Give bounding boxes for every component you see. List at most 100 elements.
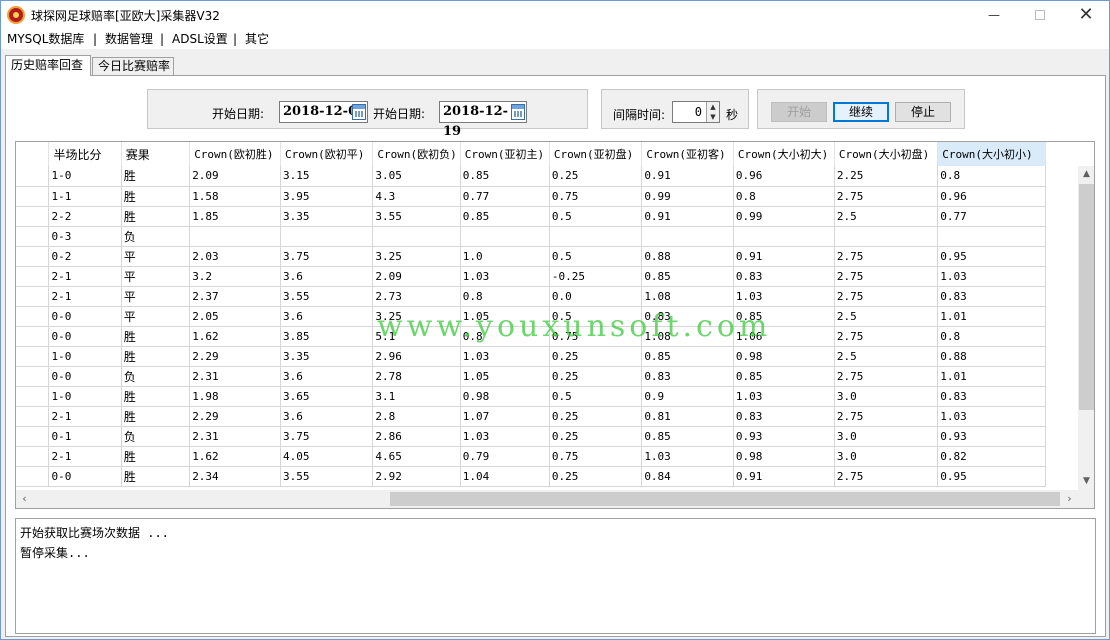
table-cell[interactable] bbox=[16, 206, 50, 227]
table-cell[interactable]: 1.04 bbox=[460, 466, 550, 487]
table-row[interactable]: 1-0 胜 1.98 3.65 3.1 0.98 0.5 0.9 1.03 3.0 0.83 bbox=[16, 386, 1046, 407]
table-cell[interactable]: 1.03 bbox=[460, 266, 550, 287]
table-cell[interactable] bbox=[280, 226, 374, 247]
table-cell[interactable]: 3.0 bbox=[834, 426, 939, 447]
table-cell[interactable]: 2.75 bbox=[834, 246, 939, 267]
menu-other[interactable]: 其它 bbox=[245, 30, 269, 48]
table-cell[interactable]: 胜 bbox=[121, 206, 191, 227]
table-cell[interactable]: 0.5 bbox=[549, 206, 643, 227]
table-cell[interactable]: 胜 bbox=[121, 386, 191, 407]
table-cell[interactable]: 0.98 bbox=[733, 446, 835, 467]
table-cell[interactable] bbox=[16, 446, 50, 467]
table-cell[interactable]: 0.77 bbox=[937, 206, 1046, 227]
table-cell[interactable]: 3.35 bbox=[280, 206, 374, 227]
table-cell[interactable] bbox=[16, 286, 50, 307]
vertical-scrollbar[interactable]: ▲ ▼ bbox=[1078, 166, 1094, 490]
table-row[interactable]: 0-0 胜 2.34 3.55 2.92 1.04 0.25 0.84 0.91 2.75 0.95 bbox=[16, 466, 1046, 487]
table-row[interactable]: 0-0 胜 1.62 3.85 5.1 0.8 0.75 1.08 1.06 2.75 0.8 bbox=[16, 326, 1046, 347]
table-row[interactable]: 2-2 胜 1.85 3.35 3.55 0.85 0.5 0.91 0.99 2.5 0.77 bbox=[16, 206, 1046, 227]
table-cell[interactable]: 0.93 bbox=[733, 426, 835, 447]
table-cell[interactable]: 1.62 bbox=[189, 326, 281, 347]
table-cell[interactable]: 0-0 bbox=[48, 466, 122, 487]
table-cell[interactable]: 2.96 bbox=[372, 346, 461, 367]
scroll-right-icon[interactable]: › bbox=[1061, 490, 1078, 508]
table-cell[interactable] bbox=[16, 406, 50, 427]
table-cell[interactable]: 0.5 bbox=[549, 386, 643, 407]
table-row[interactable]: 2-1 胜 2.29 3.6 2.8 1.07 0.25 0.81 0.83 2.75 1.03 bbox=[16, 406, 1046, 427]
table-row[interactable]: 1-1 胜 1.58 3.95 4.3 0.77 0.75 0.99 0.8 2.75 0.96 bbox=[16, 186, 1046, 207]
table-cell[interactable]: 3.6 bbox=[280, 306, 374, 327]
table-cell[interactable]: 0.99 bbox=[641, 186, 734, 207]
table-cell[interactable]: 2.29 bbox=[189, 406, 281, 427]
table-cell[interactable]: 胜 bbox=[121, 346, 191, 367]
table-cell[interactable] bbox=[641, 226, 734, 247]
table-cell[interactable]: 0-1 bbox=[48, 426, 122, 447]
minimize-button[interactable]: — bbox=[971, 1, 1017, 29]
table-cell[interactable]: 0.95 bbox=[937, 466, 1046, 487]
table-cell[interactable]: 0.83 bbox=[937, 286, 1046, 307]
table-cell[interactable]: 2.75 bbox=[834, 266, 939, 287]
table-cell[interactable]: 0.91 bbox=[641, 206, 734, 227]
table-cell[interactable]: 2.5 bbox=[834, 306, 939, 327]
table-row[interactable]: 0-1 负 2.31 3.75 2.86 1.03 0.25 0.85 0.93 3.0 0.93 bbox=[16, 426, 1046, 447]
table-cell[interactable] bbox=[733, 226, 835, 247]
table-cell[interactable]: 2-1 bbox=[48, 286, 122, 307]
table-cell[interactable]: 3.05 bbox=[372, 166, 461, 187]
table-cell[interactable]: 2.29 bbox=[189, 346, 281, 367]
table-cell[interactable]: 3.55 bbox=[280, 466, 374, 487]
table-cell[interactable]: 0.98 bbox=[460, 386, 550, 407]
menu-data-management[interactable]: 数据管理 bbox=[105, 30, 153, 48]
table-cell[interactable] bbox=[16, 246, 50, 267]
table-cell[interactable]: 2.31 bbox=[189, 426, 281, 447]
table-cell[interactable]: 平 bbox=[121, 246, 191, 267]
stop-button[interactable]: 停止 bbox=[895, 102, 951, 122]
table-cell[interactable]: 0.85 bbox=[641, 346, 734, 367]
table-cell[interactable]: 1.03 bbox=[460, 346, 550, 367]
table-cell[interactable]: 4.3 bbox=[372, 186, 461, 207]
table-cell[interactable]: 0.75 bbox=[549, 446, 643, 467]
table-cell[interactable]: 2.09 bbox=[189, 166, 281, 187]
table-cell[interactable]: 0.77 bbox=[460, 186, 550, 207]
table-cell[interactable] bbox=[937, 226, 1046, 247]
table-cell[interactable]: 1.62 bbox=[189, 446, 281, 467]
table-cell[interactable]: 1.98 bbox=[189, 386, 281, 407]
column-header-ou-line[interactable]: Crown(大小初盘) bbox=[834, 142, 939, 166]
table-cell[interactable]: 胜 bbox=[121, 166, 191, 187]
table-cell[interactable]: 0.25 bbox=[549, 166, 643, 187]
table-row[interactable]: 1-0 胜 2.09 3.15 3.05 0.85 0.25 0.91 0.96 2.25 0.8 bbox=[16, 166, 1046, 187]
table-cell[interactable]: 1.06 bbox=[733, 326, 835, 347]
table-cell[interactable] bbox=[549, 226, 643, 247]
table-cell[interactable] bbox=[16, 226, 50, 247]
table-cell[interactable]: 2.75 bbox=[834, 326, 939, 347]
table-cell[interactable]: 2.05 bbox=[189, 306, 281, 327]
table-cell[interactable]: 0.91 bbox=[733, 246, 835, 267]
table-cell[interactable]: 0.96 bbox=[733, 166, 835, 187]
table-cell[interactable]: 2.73 bbox=[372, 286, 461, 307]
table-cell[interactable]: 1-0 bbox=[48, 386, 122, 407]
table-cell[interactable]: 2.8 bbox=[372, 406, 461, 427]
table-cell[interactable]: 0.85 bbox=[641, 426, 734, 447]
table-cell[interactable]: 2.03 bbox=[189, 246, 281, 267]
horizontal-scroll-thumb[interactable] bbox=[390, 492, 1060, 506]
table-cell[interactable]: 4.05 bbox=[280, 446, 374, 467]
calendar-icon[interactable] bbox=[511, 104, 525, 120]
maximize-button[interactable] bbox=[1017, 1, 1063, 29]
table-cell[interactable]: 0.8 bbox=[937, 166, 1046, 187]
table-cell[interactable]: 平 bbox=[121, 306, 191, 327]
table-cell[interactable] bbox=[460, 226, 550, 247]
column-header-euro-win[interactable]: Crown(欧初胜) bbox=[189, 142, 281, 166]
tab-today-odds[interactable]: 今日比赛赔率 bbox=[92, 57, 174, 75]
table-cell[interactable] bbox=[16, 366, 50, 387]
table-cell[interactable]: 1.08 bbox=[641, 286, 734, 307]
table-cell[interactable]: 0.25 bbox=[549, 466, 643, 487]
table-cell[interactable]: 1.85 bbox=[189, 206, 281, 227]
continue-button[interactable]: 继续 bbox=[833, 102, 889, 122]
table-cell[interactable]: 平 bbox=[121, 266, 191, 287]
table-cell[interactable]: 0.25 bbox=[549, 346, 643, 367]
table-cell[interactable]: 2.25 bbox=[834, 166, 939, 187]
table-cell[interactable]: 3.75 bbox=[280, 426, 374, 447]
table-cell[interactable]: 0.91 bbox=[733, 466, 835, 487]
column-header-halftime-score[interactable]: 半场比分 bbox=[48, 142, 122, 166]
table-cell[interactable]: 2.92 bbox=[372, 466, 461, 487]
table-cell[interactable]: 0.83 bbox=[641, 366, 734, 387]
